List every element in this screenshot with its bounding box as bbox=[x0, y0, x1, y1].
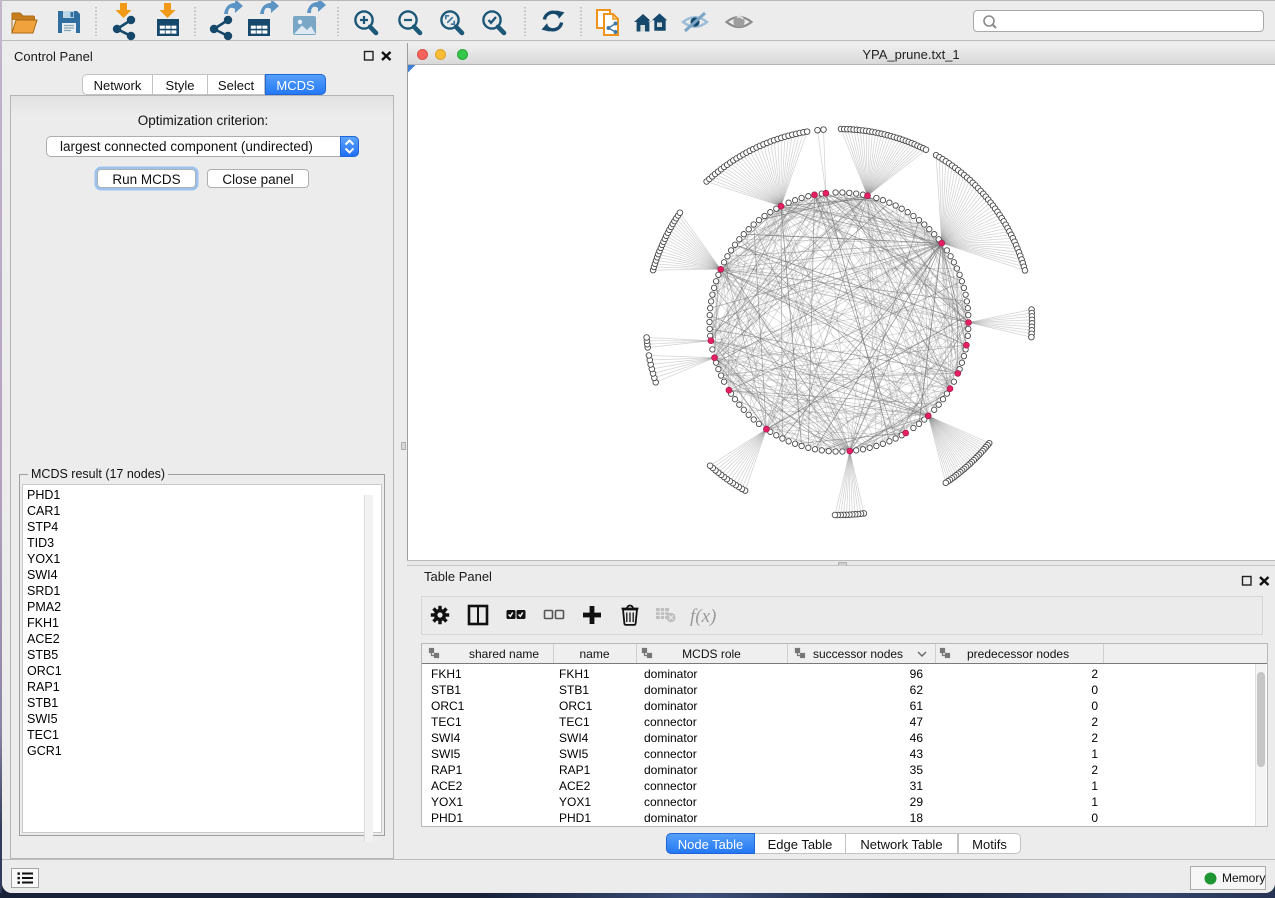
svg-text:f(x): f(x) bbox=[690, 606, 716, 627]
